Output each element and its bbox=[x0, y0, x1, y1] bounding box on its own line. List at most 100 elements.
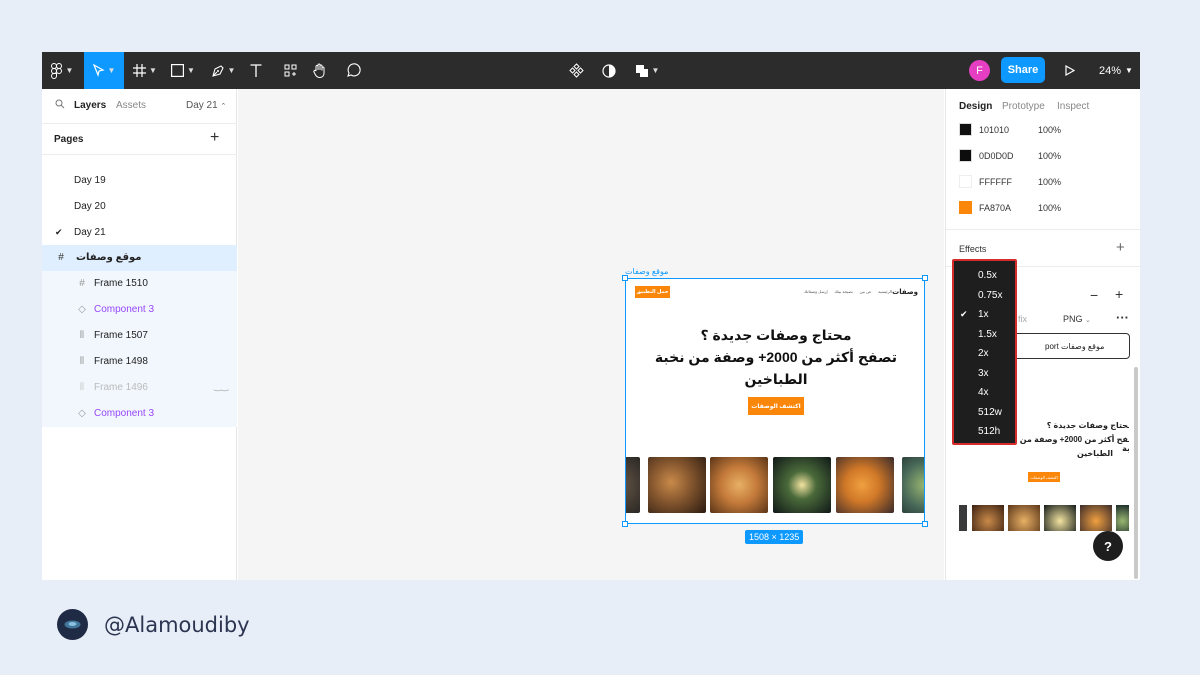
layer-label: Frame 1510 bbox=[94, 278, 148, 289]
color-style-row[interactable]: FFFFFF 100% bbox=[946, 169, 1140, 195]
layer-row-frame-1507[interactable]: ⦀ Frame 1507 bbox=[42, 323, 237, 349]
preview-cta: اكتشف الوصفات bbox=[1028, 472, 1060, 482]
layer-row-frame-root[interactable]: # موقع وصفات bbox=[42, 245, 237, 271]
preview-food-image bbox=[1116, 505, 1129, 531]
color-opacity: 100% bbox=[1038, 151, 1062, 161]
search-icon[interactable] bbox=[55, 99, 65, 109]
left-panel-tabs: Layers Assets Day 21 ⌃ bbox=[42, 89, 237, 121]
page-item-label: Day 21 bbox=[74, 226, 106, 238]
selected-frame[interactable]: حمل التطبيق إرسل وصفاتك نصيحة بيتك عن بي… bbox=[625, 278, 925, 524]
mask-button[interactable] bbox=[599, 52, 619, 89]
hand-tool-button[interactable] bbox=[310, 52, 330, 89]
scale-option-0-5x[interactable]: 0.5x bbox=[954, 266, 1015, 286]
boolean-button[interactable]: ▼ bbox=[632, 52, 662, 89]
zoom-level: 24% bbox=[1099, 64, 1122, 77]
resize-handle[interactable] bbox=[622, 275, 628, 281]
color-style-row[interactable]: 101010 100% bbox=[946, 117, 1140, 143]
color-swatch[interactable] bbox=[959, 123, 972, 136]
export-suffix-field[interactable]: fix bbox=[1018, 314, 1027, 324]
zoom-dropdown[interactable]: 24% ▼ bbox=[1099, 52, 1133, 89]
cursor-icon bbox=[92, 64, 105, 77]
tab-assets[interactable]: Assets bbox=[116, 100, 146, 111]
color-hex: 0D0D0D bbox=[979, 151, 1014, 161]
resize-handle[interactable] bbox=[622, 521, 628, 527]
scale-option-2x[interactable]: 2x bbox=[954, 344, 1015, 364]
pen-tool-button[interactable]: ▼ bbox=[208, 52, 238, 89]
frame-hash-icon: # bbox=[58, 252, 64, 263]
preview-food-image bbox=[959, 505, 967, 531]
food-gallery bbox=[626, 457, 924, 515]
color-style-row[interactable]: 0D0D0D 100% bbox=[946, 143, 1140, 169]
scale-option-512h[interactable]: 512h bbox=[954, 422, 1015, 442]
add-export-icon[interactable]: + bbox=[1115, 286, 1123, 302]
chevron-down-icon: ▼ bbox=[187, 66, 195, 75]
layer-row-frame-1510[interactable]: # Frame 1510 bbox=[42, 271, 237, 297]
resources-button[interactable] bbox=[280, 52, 300, 89]
hidden-eye-icon[interactable]: ‿‿ bbox=[214, 381, 228, 392]
tab-design[interactable]: Design bbox=[959, 101, 992, 112]
components-button[interactable] bbox=[566, 52, 586, 89]
more-options-icon[interactable]: ··· bbox=[1116, 310, 1129, 325]
resize-handle[interactable] bbox=[922, 275, 928, 281]
frame-title[interactable]: موقع وصفات bbox=[625, 267, 668, 276]
page-item-day-21[interactable]: ✔ Day 21 bbox=[42, 219, 237, 245]
scale-option-label: 0.75x bbox=[978, 289, 1003, 301]
scale-option-1-5x[interactable]: 1.5x bbox=[954, 325, 1015, 345]
auto-layout-icon: ⦀ bbox=[79, 330, 85, 341]
layer-label: Component 3 bbox=[94, 408, 155, 419]
layer-row-frame-1498[interactable]: ⦀ Frame 1498 bbox=[42, 349, 237, 375]
add-page-icon[interactable]: + bbox=[210, 129, 219, 147]
scale-option-label: 512w bbox=[978, 406, 1002, 418]
scale-option-0-75x[interactable]: 0.75x bbox=[954, 286, 1015, 306]
color-swatch[interactable] bbox=[959, 149, 972, 162]
page-item-day-19[interactable]: Day 19 bbox=[42, 167, 237, 193]
right-panel-scrollbar[interactable] bbox=[1134, 367, 1138, 579]
site-nav-link: الرئيسية bbox=[878, 289, 892, 294]
page-item-partial[interactable] bbox=[42, 157, 237, 165]
site-nav-link: نصيحة بيتك bbox=[834, 289, 853, 294]
food-image bbox=[648, 457, 706, 513]
resources-icon bbox=[284, 64, 296, 77]
export-format-select[interactable]: PNG ⌄ bbox=[1063, 314, 1091, 324]
layer-row-component-3-b[interactable]: ◇ Component 3 bbox=[42, 401, 237, 427]
page-item-day-20[interactable]: Day 20 bbox=[42, 193, 237, 219]
move-tool-button[interactable]: ▼ bbox=[84, 52, 124, 89]
chevron-down-icon: ▼ bbox=[651, 66, 660, 75]
page-item-label: Day 20 bbox=[74, 200, 106, 212]
color-style-row[interactable]: FA870A 100% bbox=[946, 195, 1140, 221]
help-button[interactable]: ? bbox=[1093, 531, 1123, 561]
comment-tool-button[interactable] bbox=[343, 52, 363, 89]
layer-row-frame-1496[interactable]: ⦀ Frame 1496 ‿‿ bbox=[42, 375, 237, 401]
food-image bbox=[626, 457, 640, 513]
present-button[interactable] bbox=[1060, 52, 1080, 89]
add-effect-icon[interactable]: + bbox=[1116, 239, 1125, 256]
color-swatch[interactable] bbox=[959, 175, 972, 188]
food-image bbox=[710, 457, 768, 513]
effects-label: Effects bbox=[959, 244, 987, 254]
resize-handle[interactable] bbox=[922, 521, 928, 527]
checkmark-icon: ✔ bbox=[55, 226, 63, 237]
tab-layers[interactable]: Layers bbox=[74, 100, 106, 111]
current-page-selector[interactable]: Day 21 ⌃ bbox=[186, 100, 226, 111]
tab-prototype[interactable]: Prototype bbox=[1002, 101, 1045, 112]
shape-tool-button[interactable]: ▼ bbox=[168, 52, 198, 89]
scale-option-512w[interactable]: 512w bbox=[954, 403, 1015, 423]
share-button[interactable]: Share bbox=[1001, 57, 1045, 83]
main-menu-button[interactable]: ▼ bbox=[42, 52, 82, 89]
text-tool-button[interactable] bbox=[246, 52, 266, 89]
layer-label: Component 3 bbox=[94, 304, 155, 315]
scale-option-1x[interactable]: ✔ 1x bbox=[954, 305, 1015, 325]
play-icon bbox=[1065, 65, 1075, 76]
user-avatar[interactable]: F bbox=[969, 60, 990, 81]
export-scale-dropdown: 0.5x 0.75x ✔ 1x 1.5x 2x 3x 4x 512w 512h bbox=[952, 259, 1017, 445]
chevron-down-icon: ▼ bbox=[107, 66, 116, 75]
color-swatch[interactable] bbox=[959, 201, 972, 214]
tab-inspect[interactable]: Inspect bbox=[1057, 101, 1089, 112]
scale-option-4x[interactable]: 4x bbox=[954, 383, 1015, 403]
frame-tool-button[interactable]: ▼ bbox=[130, 52, 160, 89]
remove-export-icon[interactable]: − bbox=[1090, 287, 1098, 303]
scale-option-3x[interactable]: 3x bbox=[954, 364, 1015, 384]
layer-row-component-3[interactable]: ◇ Component 3 bbox=[42, 297, 237, 323]
component-diamond-icon: ◇ bbox=[78, 304, 86, 315]
canvas[interactable]: موقع وصفات حمل التطبيق إرسل وصفاتك نصيحة… bbox=[238, 89, 944, 580]
